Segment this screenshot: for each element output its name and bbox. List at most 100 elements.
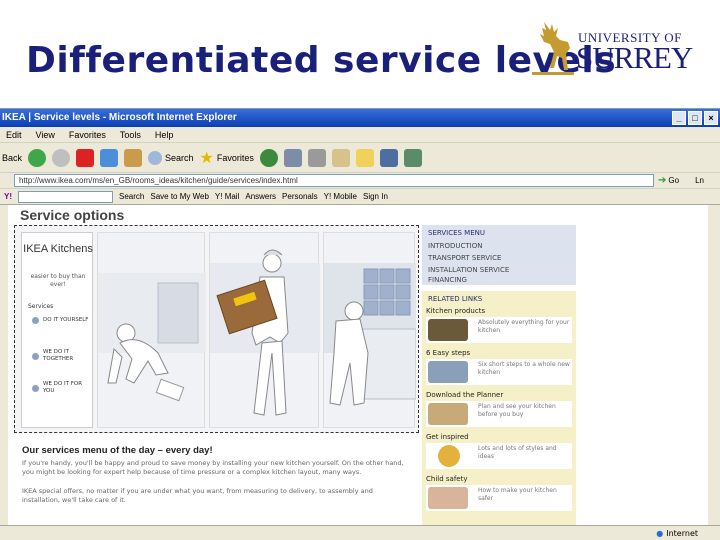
related-card-inspired[interactable]: Lots and lots of styles and ideas bbox=[426, 443, 572, 469]
menu-of-the-day-heading: Our services menu of the day – every day… bbox=[22, 445, 213, 456]
star-icon: ★ bbox=[199, 149, 214, 167]
minimize-button[interactable]: _ bbox=[672, 111, 686, 125]
address-input[interactable]: http://www.ikea.com/ms/en_GB/rooms_ideas… bbox=[14, 174, 654, 187]
logo-line2: SURREY bbox=[576, 40, 693, 75]
toolbar-personals-button[interactable]: Personals bbox=[282, 192, 318, 201]
print-icon[interactable] bbox=[307, 148, 326, 167]
refresh-icon[interactable] bbox=[100, 148, 119, 167]
search-button[interactable]: Search bbox=[148, 150, 194, 165]
toolbar-mail-button[interactable]: Y! Mail bbox=[215, 192, 239, 201]
right-sidebar: SERVICES MENU INTRODUCTION TRANSPORT SER… bbox=[422, 225, 576, 525]
security-zone: ● Internet bbox=[656, 526, 698, 540]
carrying-worker-illustration bbox=[210, 249, 320, 416]
globe-icon: ● bbox=[656, 529, 664, 538]
scene-do-it-yourself bbox=[97, 232, 206, 428]
option-label: DO IT YOURSELF bbox=[43, 317, 89, 323]
related-title[interactable]: Get inspired bbox=[426, 433, 469, 441]
search-label: Search bbox=[165, 152, 194, 163]
toolbar-search-button[interactable]: Search bbox=[119, 192, 144, 201]
option-dot-icon bbox=[32, 352, 39, 360]
window-title: IKEA | Service levels - Microsoft Intern… bbox=[2, 112, 237, 123]
forward-arrow-icon[interactable] bbox=[52, 148, 71, 167]
links-label: Ln bbox=[695, 176, 704, 185]
lightbulb-icon bbox=[438, 445, 460, 467]
planner-thumbnail bbox=[428, 403, 468, 425]
page-content: Service options IKEA Kitchens easier to … bbox=[8, 205, 708, 525]
related-text: Six short steps to a whole new kitchen bbox=[478, 361, 570, 376]
menu-favorites[interactable]: Favorites bbox=[69, 127, 106, 142]
option-together[interactable]: WE DO IT TOGETHER bbox=[32, 349, 92, 363]
messenger-icon[interactable] bbox=[379, 148, 398, 167]
back-button[interactable]: Back bbox=[2, 153, 22, 163]
toolbar-answers-button[interactable]: Answers bbox=[245, 192, 276, 201]
back-label: Back bbox=[2, 152, 23, 163]
stag-icon bbox=[532, 22, 574, 75]
option-dot-icon bbox=[32, 317, 39, 324]
option-label: WE DO IT FOR YOU bbox=[43, 381, 83, 394]
toolbar-save-button[interactable]: Save to My Web bbox=[150, 192, 209, 201]
kitchen-products-thumbnail bbox=[428, 319, 468, 341]
zone-label: Internet bbox=[666, 529, 698, 538]
sidebar-item-financing[interactable]: FINANCING bbox=[428, 275, 467, 285]
menu-view[interactable]: View bbox=[36, 127, 55, 142]
menu-bar: Edit View Favorites Tools Help bbox=[0, 127, 720, 143]
panel-tagline: easier to buy than ever! bbox=[30, 273, 86, 288]
menu-help[interactable]: Help bbox=[155, 127, 174, 142]
toolbar-signin-button[interactable]: Sign In bbox=[363, 192, 388, 201]
browser-window: IKEA | Service levels - Microsoft Intern… bbox=[0, 108, 720, 540]
related-text: Lots and lots of styles and ideas bbox=[478, 445, 557, 460]
folder-icon[interactable] bbox=[355, 148, 374, 167]
ikea-kitchens-panel: IKEA Kitchens easier to buy than ever! S… bbox=[21, 232, 93, 428]
related-card-child-safety[interactable]: How to make your kitchen safer bbox=[426, 485, 572, 511]
window-titlebar: IKEA | Service levels - Microsoft Intern… bbox=[0, 109, 720, 127]
go-label: Go bbox=[668, 176, 680, 185]
option-for-you[interactable]: WE DO IT FOR YOU bbox=[32, 381, 92, 395]
maximize-button[interactable]: □ bbox=[688, 111, 702, 125]
university-logo: UNIVERSITY OF SURREY bbox=[530, 18, 710, 78]
related-links: RELATED LINKS Kitchen products Absolutel… bbox=[422, 291, 576, 525]
option-dot-icon bbox=[32, 384, 39, 392]
yahoo-toolbar: Y! Search Save to My Web Y! Mail Answers… bbox=[0, 189, 720, 205]
menu-tools[interactable]: Tools bbox=[120, 127, 141, 142]
vertical-scrollbar[interactable] bbox=[708, 205, 720, 525]
stop-icon[interactable] bbox=[76, 148, 95, 167]
related-text: Absolutely everything for your kitchen bbox=[478, 319, 570, 334]
yahoo-icon[interactable]: Y! bbox=[4, 192, 12, 201]
menu-edit[interactable]: Edit bbox=[6, 127, 22, 142]
option-do-it-yourself[interactable]: DO IT YOURSELF bbox=[32, 317, 92, 324]
home-icon[interactable] bbox=[124, 148, 143, 167]
related-card-kitchen-products[interactable]: Absolutely everything for your kitchen bbox=[426, 317, 572, 343]
toolbar-search-input[interactable] bbox=[18, 190, 113, 203]
research-icon[interactable] bbox=[403, 148, 422, 167]
intro-paragraph: If you're handy, you'll be happy and pro… bbox=[22, 459, 404, 476]
related-card-planner[interactable]: Plan and see your kitchen before you buy bbox=[426, 401, 572, 427]
back-arrow-icon[interactable] bbox=[28, 148, 47, 167]
panel-title: IKEA Kitchens bbox=[23, 243, 93, 255]
history-icon[interactable] bbox=[259, 148, 278, 167]
sidebar-item-introduction[interactable]: INTRODUCTION bbox=[428, 241, 482, 251]
sidebar-item-transport[interactable]: TRANSPORT SERVICE bbox=[428, 253, 501, 263]
related-card-easy-steps[interactable]: Six short steps to a whole new kitchen bbox=[426, 359, 572, 385]
option-label: WE DO IT TOGETHER bbox=[43, 349, 74, 362]
service-illustration: IKEA Kitchens easier to buy than ever! S… bbox=[14, 225, 419, 433]
slide-title: Differentiated service levels bbox=[26, 40, 617, 81]
toolbar-mobile-button[interactable]: Y! Mobile bbox=[324, 192, 357, 201]
related-title[interactable]: Download the Planner bbox=[426, 391, 503, 399]
close-button[interactable]: × bbox=[704, 111, 718, 125]
edit-icon[interactable] bbox=[331, 148, 350, 167]
mail-icon[interactable] bbox=[283, 148, 302, 167]
related-title[interactable]: Child safety bbox=[426, 475, 467, 483]
sidebar-item-installation[interactable]: INSTALLATION SERVICE bbox=[428, 265, 509, 275]
offers-paragraph: IKEA special offers, no matter if you ar… bbox=[22, 487, 373, 504]
favorites-button[interactable]: ★ Favorites bbox=[200, 148, 254, 168]
address-bar: http://www.ikea.com/ms/en_GB/rooms_ideas… bbox=[0, 173, 720, 189]
services-menu-title: SERVICES MENU bbox=[428, 229, 486, 237]
favorites-label: Favorites bbox=[216, 152, 254, 163]
scene-for-you bbox=[323, 232, 417, 428]
related-title[interactable]: Kitchen products bbox=[426, 307, 485, 315]
scene-together bbox=[209, 232, 320, 428]
child-safety-thumbnail bbox=[428, 487, 468, 509]
go-button[interactable]: ➔ Go bbox=[658, 175, 679, 186]
services-menu: SERVICES MENU INTRODUCTION TRANSPORT SER… bbox=[422, 225, 576, 285]
related-title[interactable]: 6 Easy steps bbox=[426, 349, 470, 357]
